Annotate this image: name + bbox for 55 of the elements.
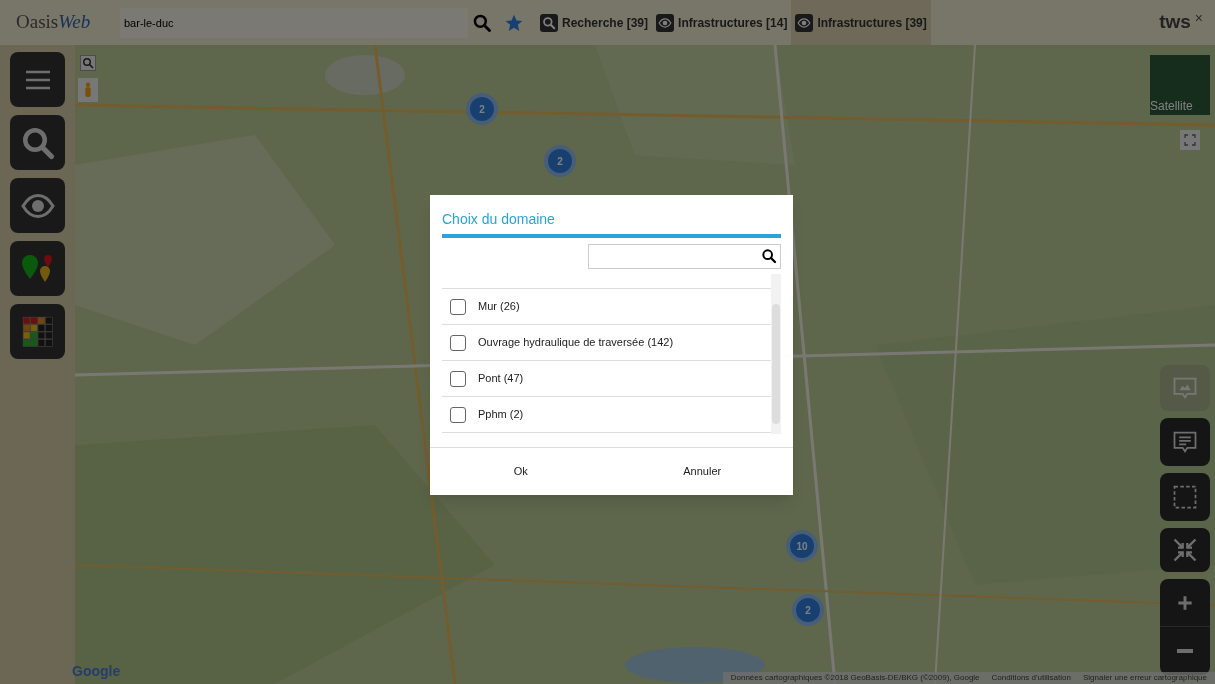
list-item[interactable]: Pont (47) — [442, 361, 771, 397]
item-label: Pphm (2) — [478, 407, 524, 423]
dashed-square-icon — [1171, 483, 1199, 511]
cluster-marker[interactable]: 10 — [790, 534, 814, 558]
arrows-inward-icon — [1171, 536, 1199, 564]
eye-icon — [658, 15, 673, 30]
cluster-marker[interactable]: 2 — [470, 97, 494, 121]
map-link[interactable]: Signaler une erreur cartographique — [1082, 672, 1207, 684]
list-item[interactable]: Ouvrage hydraulique de traversée (142) — [442, 325, 771, 361]
zoom-area-button[interactable] — [80, 55, 96, 71]
satellite-button[interactable]: Satellite — [1150, 55, 1210, 115]
map-link[interactable]: Conditions d'utilisation — [991, 672, 1071, 684]
grid-button[interactable] — [10, 304, 65, 359]
ok-button[interactable]: Ok — [430, 448, 612, 495]
close-button[interactable]: × — [1194, 8, 1203, 29]
item-label: Mur (26) — [478, 299, 520, 315]
google-logo: Google — [72, 662, 121, 681]
fullscreen-icon — [1184, 134, 1196, 146]
checkbox[interactable] — [450, 370, 466, 387]
tab[interactable]: Infrastructures [39] — [791, 0, 931, 45]
scrollbar[interactable] — [771, 274, 781, 434]
minus-icon — [1177, 649, 1193, 653]
cancel-button[interactable]: Annuler — [611, 448, 793, 495]
heatmap-grid-icon — [21, 315, 54, 348]
collapse-button[interactable] — [1160, 528, 1210, 572]
app-logo: OasisWeb — [16, 10, 92, 35]
map-data-text: Données cartographiques ©2018 GeoBasis-DE/BKG (©2009), Google — [730, 672, 980, 684]
comment-button[interactable] — [1160, 418, 1210, 466]
search-field[interactable] — [588, 244, 781, 269]
checkbox[interactable] — [450, 334, 466, 351]
cluster-marker[interactable]: 2 — [548, 149, 572, 173]
checkbox[interactable] — [450, 298, 466, 315]
markers-button[interactable] — [10, 241, 65, 296]
list-item[interactable]: Pphm (2) — [442, 397, 771, 433]
checkbox[interactable] — [450, 406, 466, 423]
list-item[interactable]: Mur (26) — [442, 289, 771, 325]
search-icon — [472, 12, 492, 33]
select-area-button[interactable] — [1160, 473, 1210, 521]
search-button[interactable] — [472, 12, 492, 33]
view-button[interactable] — [10, 178, 65, 233]
menu-button[interactable] — [10, 52, 65, 107]
search-icon — [82, 57, 94, 69]
tab[interactable]: Recherche [39] — [536, 0, 653, 45]
search-button[interactable] — [10, 115, 65, 170]
search-icon — [761, 248, 777, 264]
dialog-title: Choix du domaine — [442, 209, 781, 238]
pegman-icon — [83, 82, 93, 98]
cluster-marker[interactable]: 2 — [796, 598, 820, 622]
eye-icon — [797, 15, 812, 30]
item-label: Ouvrage hydraulique de traversée (142) — [478, 335, 674, 351]
item-label: Pont (47) — [478, 371, 524, 387]
search-field[interactable]: bar-le-duc — [120, 7, 468, 38]
search-icon — [542, 15, 556, 30]
fullscreen-button[interactable] — [1180, 130, 1200, 150]
brand-logo: tws — [1159, 10, 1191, 35]
